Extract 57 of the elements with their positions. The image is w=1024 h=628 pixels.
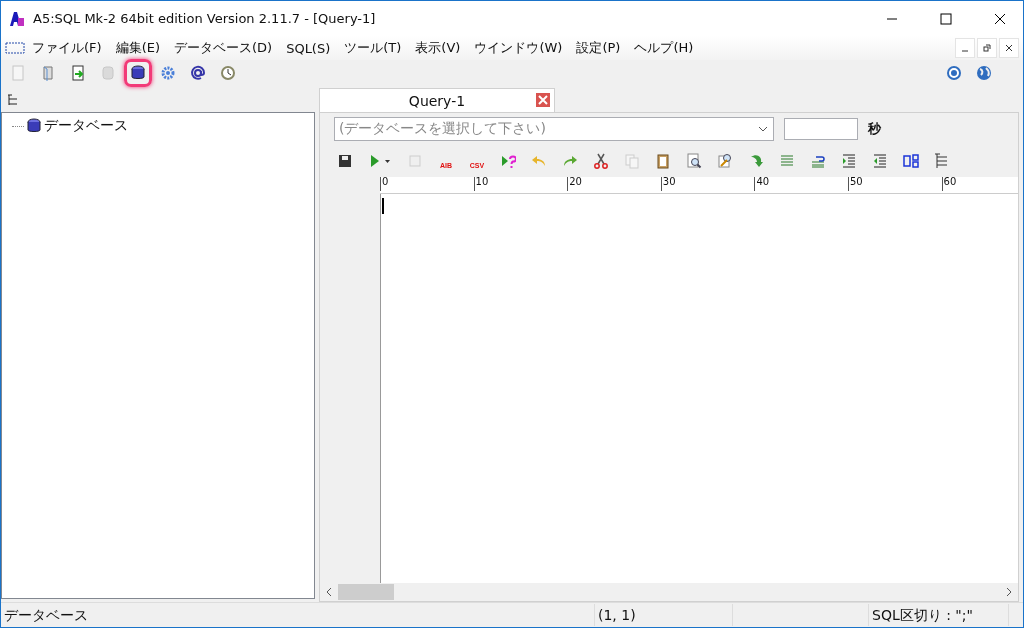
menu-item[interactable]: 編集(E) [108, 39, 167, 57]
outdent-icon [872, 153, 888, 169]
blank-page-icon [10, 65, 26, 81]
close-icon [536, 93, 550, 107]
copy-icon [624, 153, 640, 169]
close-icon [994, 12, 1006, 25]
window-title: A5:SQL Mk-2 64bit edition Version 2.11.7 - [Query-1] [33, 11, 377, 26]
menu-item[interactable]: 設定(P) [569, 39, 628, 57]
clock-icon [220, 65, 236, 81]
close-icon [1005, 44, 1013, 52]
gear-icon [160, 65, 176, 81]
indent-icon [841, 153, 857, 169]
database-select[interactable]: (データベースを選択して下さい) [334, 117, 774, 141]
play-question-icon [500, 153, 516, 169]
block-diagram-icon [903, 153, 919, 169]
chevron-left-icon [324, 587, 334, 597]
menu-item[interactable]: ウインドウ(W) [467, 39, 570, 57]
menu-item[interactable]: ファイル(F) [25, 39, 109, 57]
child-minimize-button[interactable] [955, 38, 975, 58]
maximize-icon [940, 12, 952, 25]
at-sign-icon [190, 65, 206, 81]
book-icon [40, 65, 56, 81]
cursor-position: (1, 1) [595, 604, 733, 626]
tree-item[interactable]: データベース [44, 117, 128, 135]
scrollbar-thumb[interactable] [338, 584, 394, 600]
query-tab[interactable]: Query-1 [319, 88, 555, 112]
app-logo-icon [9, 10, 25, 27]
magnifier-page-icon [686, 153, 702, 169]
sql-delimiter: SQL区切り : ";" [869, 604, 1009, 626]
database-copy-icon [100, 65, 116, 81]
magnifier-pencil-icon [717, 153, 733, 169]
database-icon [26, 118, 42, 134]
wrap-lines-icon [810, 153, 826, 169]
menu-item[interactable]: ツール(T) [337, 39, 409, 57]
outline-tree-icon [934, 153, 950, 169]
align-lines-icon [779, 153, 795, 169]
menu-item[interactable]: SQL(S) [279, 40, 338, 56]
menu-item[interactable]: データベース(D) [167, 39, 280, 57]
play-dropdown-icon [368, 153, 392, 169]
help-icon [946, 65, 962, 81]
clipboard-icon [655, 153, 671, 169]
menu-item[interactable]: 表示(V) [408, 39, 468, 57]
stop-icon [407, 153, 423, 169]
scissors-icon [593, 153, 609, 169]
chevron-right-icon [1004, 587, 1014, 597]
database-icon [130, 65, 146, 81]
restore-icon [983, 44, 991, 52]
save-icon [337, 153, 353, 169]
status-text: データベース [1, 604, 595, 626]
timeout-field[interactable] [784, 118, 858, 140]
seconds-label: 秒 [868, 120, 881, 138]
menu-item[interactable]: ヘルプ(H) [627, 39, 701, 57]
tree-view-icon [7, 94, 19, 106]
ruler: 0 10 20 30 40 50 60 [380, 177, 1018, 194]
toolbar-button[interactable] [124, 59, 152, 87]
globe-icon [976, 65, 992, 81]
child-close-button[interactable] [999, 38, 1019, 58]
